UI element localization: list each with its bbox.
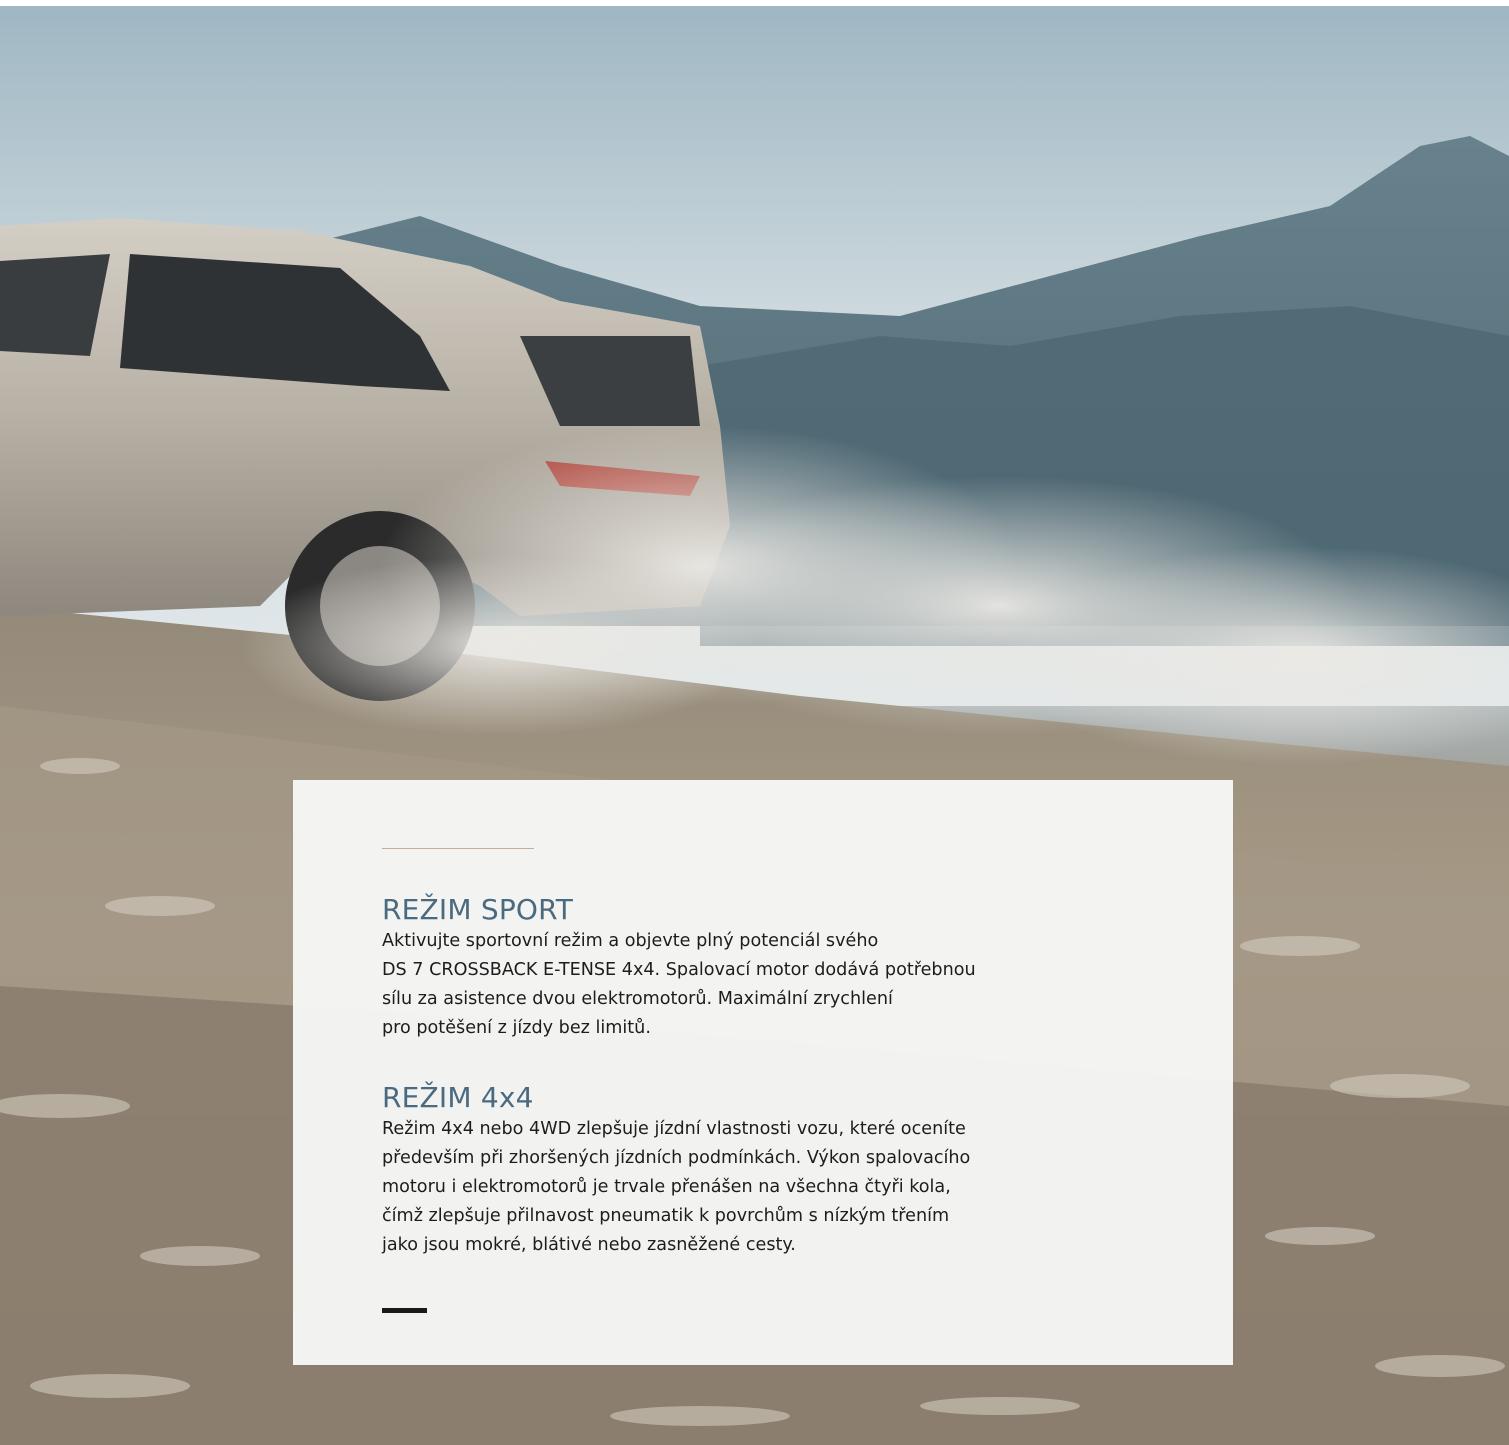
section-sport-mode: REŽIM SPORT Aktivujte sportovní režim a …	[382, 893, 1143, 1043]
section-body: Režim 4x4 nebo 4WD zlepšuje jízdní vlast…	[382, 1119, 971, 1255]
closing-bar	[382, 1308, 427, 1313]
section-body: Aktivujte sportovní režim a objevte plný…	[382, 931, 976, 1038]
section-4x4-mode: REŽIM 4x4 Režim 4x4 nebo 4WD zlepšuje jí…	[382, 1081, 1143, 1260]
section-title: REŽIM SPORT	[382, 893, 574, 926]
accent-divider	[382, 848, 534, 849]
section-title: REŽIM 4x4	[382, 1081, 534, 1114]
info-card: REŽIM SPORT Aktivujte sportovní režim a …	[293, 780, 1233, 1365]
page: REŽIM SPORT Aktivujte sportovní režim a …	[0, 0, 1509, 1445]
